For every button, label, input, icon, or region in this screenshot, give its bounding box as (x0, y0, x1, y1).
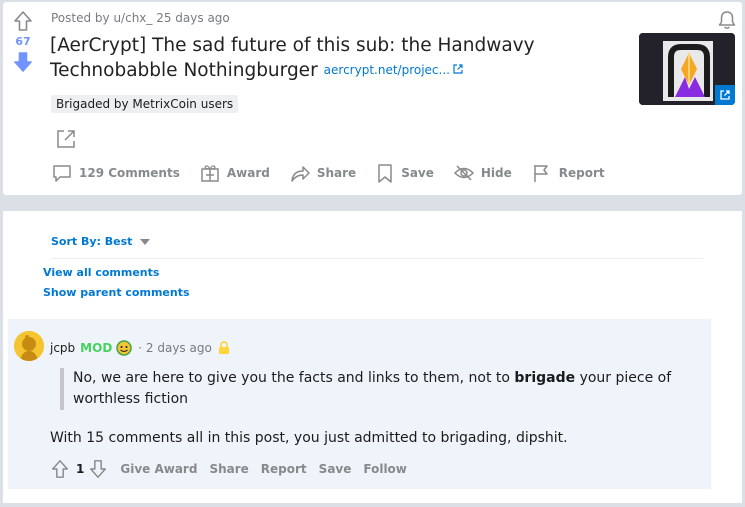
eye-slash-icon (453, 165, 474, 181)
quote-text-start: No, we are here to give you the facts an… (73, 370, 515, 386)
bell-icon (718, 11, 736, 29)
post-card: 67 Posted by u/chx_ 25 days ago [AerCryp… (3, 2, 742, 195)
vote-column: 67 (3, 2, 43, 74)
post-link-text[interactable]: aercrypt.net/projec... (324, 63, 450, 77)
comment-header: jcpb MOD · 2 days ago (50, 340, 230, 356)
comment-share-button[interactable]: Share (209, 462, 248, 476)
upvote-button[interactable] (11, 9, 35, 33)
comment-icon (53, 165, 71, 182)
report-label: Report (558, 166, 605, 180)
lock-icon (218, 341, 229, 354)
sort-dropdown[interactable]: Sort By: Best (51, 235, 151, 248)
avatar[interactable] (14, 331, 44, 361)
view-all-comments-link[interactable]: View all comments (43, 266, 159, 279)
gift-icon (201, 165, 219, 182)
comment: jcpb MOD · 2 days ago No, we are here to… (8, 319, 711, 489)
flag-icon (534, 165, 548, 182)
comment-actions: 1 Give Award Share Report Save Follow (50, 459, 419, 479)
comment-author[interactable]: jcpb (50, 341, 75, 355)
external-link-icon (720, 90, 730, 100)
thumbnail-external-badge (715, 85, 735, 105)
save-button[interactable]: Save (375, 162, 434, 184)
give-award-button[interactable]: Give Award (120, 462, 197, 476)
award-label: Award (226, 166, 270, 180)
upvote-arrow-icon (14, 11, 32, 31)
save-label: Save (401, 166, 434, 180)
user-flair-emoji-icon (116, 340, 133, 356)
award-button[interactable]: Award (199, 162, 270, 184)
downvote-arrow-icon (14, 52, 32, 72)
post-actions: 129 Comments Award Share Save Hide Repor… (51, 162, 624, 184)
sort-label: Sort By: Best (51, 235, 133, 248)
quote-bold-word: brigade (514, 370, 576, 386)
divider (51, 258, 703, 259)
post-external-link[interactable]: aercrypt.net/projec... (324, 63, 464, 77)
comments-card: Sort By: Best View all comments Show par… (3, 211, 742, 503)
comment-downvote-icon[interactable] (88, 459, 108, 479)
comment-score: 1 (76, 462, 85, 476)
comments-count-label: 129 Comments (79, 166, 180, 180)
report-button[interactable]: Report (531, 162, 605, 184)
post-flair[interactable]: Brigaded by MetrixCoin users (51, 95, 239, 113)
follow-button[interactable]: Follow (363, 462, 407, 476)
mod-badge: MOD (80, 341, 113, 355)
downvote-button[interactable] (11, 50, 35, 74)
hide-button[interactable]: Hide (453, 162, 512, 184)
snoo-avatar-icon (14, 331, 44, 361)
external-link-icon (453, 64, 463, 74)
post-thumbnail[interactable] (639, 33, 735, 105)
comment-time: · 2 days ago (138, 341, 212, 355)
post-vote-count: 67 (15, 35, 31, 48)
comment-quote: No, we are here to give you the facts an… (60, 368, 700, 410)
share-button[interactable]: Share (289, 162, 356, 184)
show-parent-comments-link[interactable]: Show parent comments (43, 286, 190, 299)
caret-down-icon (140, 238, 151, 245)
bookmark-icon (378, 164, 392, 183)
hide-label: Hide (480, 166, 512, 180)
comment-report-button[interactable]: Report (261, 462, 307, 476)
post-meta: Posted by u/chx_ 25 days ago (51, 11, 230, 25)
comment-upvote-icon[interactable] (50, 459, 70, 479)
share-arrow-icon (291, 166, 310, 182)
comment-body: With 15 comments all in this post, you j… (50, 430, 568, 446)
notification-bell-button[interactable] (716, 9, 738, 31)
open-link-button[interactable] (55, 128, 77, 150)
share-label: Share (316, 166, 357, 180)
comment-save-button[interactable]: Save (319, 462, 352, 476)
post-title[interactable]: [AerCrypt] The sad future of this sub: t… (50, 34, 590, 83)
comments-button[interactable]: 129 Comments (51, 162, 180, 184)
open-external-icon (57, 130, 75, 148)
